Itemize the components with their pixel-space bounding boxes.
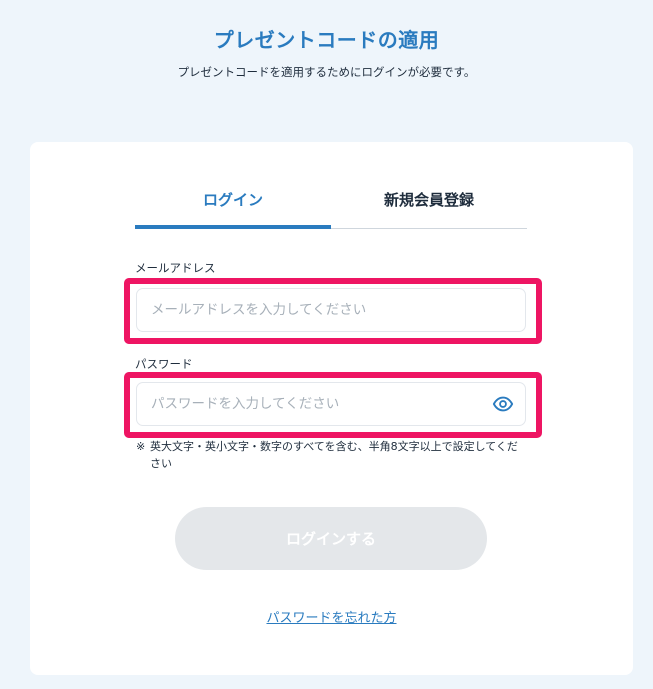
note-mark: ※ (136, 440, 146, 453)
auth-tabs: ログイン 新規会員登録 (135, 178, 527, 229)
password-requirement-note: ※ 英大文字・英小文字・数字のすべてを含む、半角8文字以上で設定してください (136, 438, 528, 472)
password-label: パスワード (135, 357, 193, 371)
email-label: メールアドレス (135, 261, 216, 275)
tab-login[interactable]: ログイン (135, 178, 331, 229)
forgot-password-link[interactable]: パスワードを忘れた方 (30, 607, 633, 626)
page-title: プレゼントコードの適用 (213, 28, 440, 52)
tab-register[interactable]: 新規会員登録 (331, 178, 527, 228)
login-submit-button[interactable]: ログインする (175, 507, 487, 570)
note-text: 英大文字・英小文字・数字のすべてを含む、半角8文字以上で設定してください (150, 440, 518, 470)
eye-icon[interactable] (492, 393, 514, 415)
email-input[interactable] (136, 288, 526, 332)
login-card: ログイン 新規会員登録 メールアドレス パスワード ※ 英大文字・英小文字・数字… (30, 142, 633, 675)
password-input[interactable] (136, 382, 526, 426)
page-subtitle: プレゼントコードを適用するためにログインが必要です。 (177, 65, 476, 79)
